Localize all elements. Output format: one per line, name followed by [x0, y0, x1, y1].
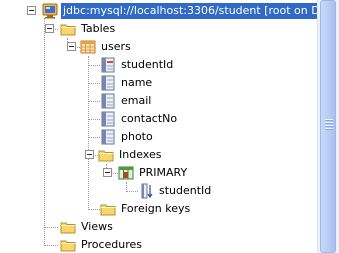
column-icon — [100, 111, 116, 127]
tree-node-column-name[interactable]: name — [100, 74, 152, 92]
collapse-toggle-users[interactable] — [67, 42, 76, 51]
primary-label: PRIMARY — [139, 166, 188, 179]
users-label: users — [101, 40, 131, 53]
database-explorer-tree: jdbc:mysql://localhost:3306/student [roo… — [0, 0, 317, 253]
tree-connector — [88, 101, 100, 102]
tree-node-connection[interactable]: jdbc:mysql://localhost:3306/student [roo… — [42, 2, 317, 20]
tree-connector — [88, 137, 100, 138]
vertical-scrollbar[interactable] — [317, 0, 339, 253]
column-icon — [100, 57, 116, 73]
column-label: email — [121, 94, 152, 107]
tree-node-primary-index[interactable]: PRIMARY — [118, 164, 187, 182]
tree-node-tables[interactable]: Tables — [60, 20, 115, 38]
column-label: photo — [121, 130, 153, 143]
tree-connector — [88, 209, 100, 210]
tree-node-foreign-keys[interactable]: Foreign keys — [100, 200, 190, 218]
tree-connector — [44, 245, 58, 246]
foreign-keys-label: Foreign keys — [121, 202, 191, 215]
tree-node-column-photo[interactable]: photo — [100, 128, 153, 146]
index-icon — [118, 165, 134, 181]
tree-connector — [88, 83, 100, 84]
scrollbar-grip-line — [325, 119, 333, 121]
procedures-label: Procedures — [81, 238, 142, 251]
scrollbar-grip-line — [325, 122, 333, 124]
index-column-label: studentId — [159, 184, 212, 197]
folder-icon — [100, 201, 116, 217]
folder-icon — [60, 21, 76, 37]
folder-icon — [60, 237, 76, 253]
column-label: name — [121, 76, 153, 89]
collapse-toggle-connection[interactable] — [27, 6, 36, 15]
tree-node-index-column-studentid[interactable]: studentId — [138, 182, 211, 200]
tree-connector — [44, 18, 45, 244]
scrollbar-thumb[interactable] — [320, 0, 336, 253]
tree-connector — [126, 191, 138, 192]
scrollbar-grip-line — [325, 128, 333, 130]
tree-connector — [88, 56, 89, 210]
views-label: Views — [81, 220, 113, 233]
tree-node-users[interactable]: users — [80, 38, 131, 56]
collapse-toggle-tables[interactable] — [45, 24, 54, 33]
table-icon — [80, 39, 96, 55]
column-label: studentId — [121, 58, 174, 71]
tree-node-column-contactno[interactable]: contactNo — [100, 110, 177, 128]
tree-connector — [88, 119, 100, 120]
database-connection-icon — [42, 3, 58, 19]
tree-node-column-email[interactable]: email — [100, 92, 151, 110]
tree-connector — [88, 65, 100, 66]
tree-node-procedures[interactable]: Procedures — [60, 236, 142, 253]
folder-icon — [60, 219, 76, 235]
indexes-label: Indexes — [119, 148, 162, 161]
tree-connector — [44, 227, 58, 228]
connection-label: jdbc:mysql://localhost:3306/student [roo… — [61, 3, 317, 19]
index-column-icon — [138, 183, 154, 199]
column-icon — [100, 129, 116, 145]
scrollbar-grip-line — [325, 125, 333, 127]
collapse-toggle-primary[interactable] — [103, 168, 112, 177]
tables-label: Tables — [81, 22, 116, 35]
tree-node-views[interactable]: Views — [60, 218, 113, 236]
column-label: contactNo — [121, 112, 178, 125]
collapse-toggle-indexes[interactable] — [85, 150, 94, 159]
column-icon — [100, 93, 116, 109]
column-icon — [100, 75, 116, 91]
tree-node-indexes[interactable]: Indexes — [98, 146, 161, 164]
folder-icon — [98, 147, 114, 163]
tree-node-column-studentid[interactable]: studentId — [100, 56, 173, 74]
